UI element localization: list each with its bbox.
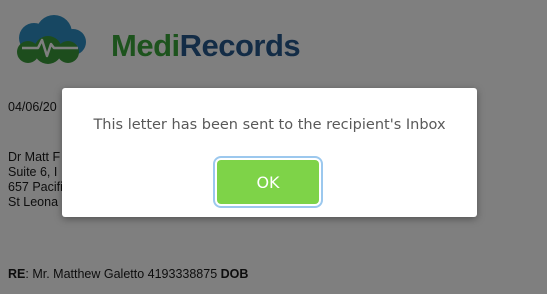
ok-button[interactable]: OK <box>217 160 319 204</box>
confirmation-dialog: This letter has been sent to the recipie… <box>62 88 477 217</box>
dialog-message: This letter has been sent to the recipie… <box>93 117 446 133</box>
